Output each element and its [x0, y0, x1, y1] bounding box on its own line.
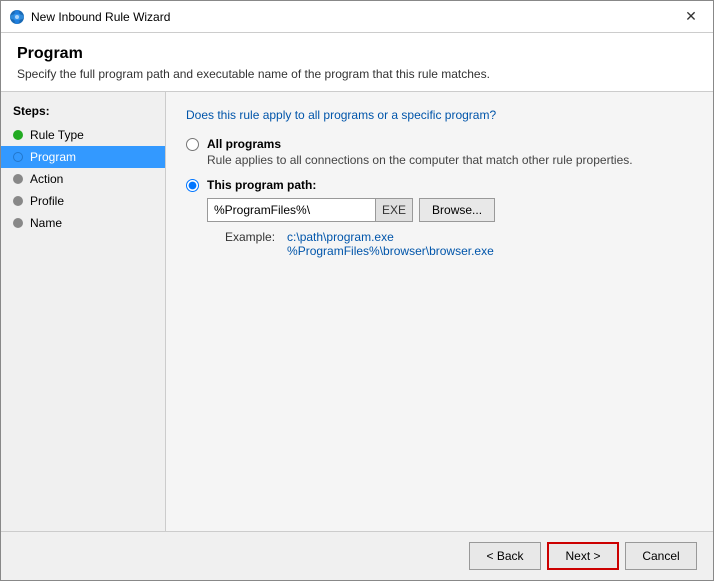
next-button[interactable]: Next > — [547, 542, 619, 570]
example-path-2: %ProgramFiles%\browser\browser.exe — [287, 244, 494, 258]
titlebar: New Inbound Rule Wizard ✕ — [1, 1, 713, 33]
step-dot-rule-type — [13, 130, 23, 140]
program-path-input[interactable] — [207, 198, 376, 222]
example-section: Example: c:\path\program.exe %ProgramFil… — [207, 230, 495, 258]
all-programs-radio[interactable] — [186, 138, 199, 151]
path-ext-label: EXE — [376, 198, 413, 222]
step-dot-profile — [13, 196, 23, 206]
sidebar-item-profile[interactable]: Profile — [1, 190, 165, 212]
step-label-program: Program — [30, 150, 76, 164]
this-program-radio[interactable] — [186, 179, 199, 192]
radio-group: All programs Rule applies to all connect… — [186, 136, 693, 258]
back-button[interactable]: < Back — [469, 542, 541, 570]
sidebar-item-name[interactable]: Name — [1, 212, 165, 234]
page-description: Specify the full program path and execut… — [17, 67, 697, 81]
program-path-section: EXE Browse... Example: c:\path\program.e… — [207, 198, 495, 258]
titlebar-title: New Inbound Rule Wizard — [31, 10, 677, 24]
titlebar-icon — [9, 9, 25, 25]
footer: < Back Next > Cancel — [1, 531, 713, 580]
wizard-window: New Inbound Rule Wizard ✕ Program Specif… — [0, 0, 714, 581]
sidebar: Steps: Rule Type Program Action Profile Name — [1, 92, 166, 531]
browse-button[interactable]: Browse... — [419, 198, 495, 222]
step-label-profile: Profile — [30, 194, 64, 208]
all-programs-sublabel: Rule applies to all connections on the c… — [207, 153, 633, 167]
step-dot-name — [13, 218, 23, 228]
step-label-rule-type: Rule Type — [30, 128, 84, 142]
sidebar-item-program[interactable]: Program — [1, 146, 165, 168]
question-text: Does this rule apply to all programs or … — [186, 108, 693, 122]
step-dot-program — [13, 152, 23, 162]
all-programs-label[interactable]: All programs — [207, 137, 281, 151]
page-title: Program — [17, 45, 697, 63]
content-area: Steps: Rule Type Program Action Profile Name… — [1, 92, 713, 531]
sidebar-item-rule-type[interactable]: Rule Type — [1, 124, 165, 146]
close-button[interactable]: ✕ — [677, 5, 705, 29]
sidebar-item-action[interactable]: Action — [1, 168, 165, 190]
example-path-1: c:\path\program.exe — [287, 230, 494, 244]
main-panel: Does this rule apply to all programs or … — [166, 92, 713, 531]
this-program-option: This program path: EXE Browse... Example… — [186, 177, 693, 258]
program-path-row: EXE Browse... — [207, 198, 495, 222]
this-program-label[interactable]: This program path: — [207, 178, 316, 192]
header-section: Program Specify the full program path an… — [1, 33, 713, 92]
example-label: Example: — [207, 230, 275, 244]
example-paths: c:\path\program.exe %ProgramFiles%\brows… — [287, 230, 494, 258]
step-label-name: Name — [30, 216, 62, 230]
step-label-action: Action — [30, 172, 63, 186]
cancel-button[interactable]: Cancel — [625, 542, 697, 570]
steps-label: Steps: — [1, 104, 165, 124]
step-dot-action — [13, 174, 23, 184]
all-programs-option: All programs Rule applies to all connect… — [186, 136, 693, 167]
